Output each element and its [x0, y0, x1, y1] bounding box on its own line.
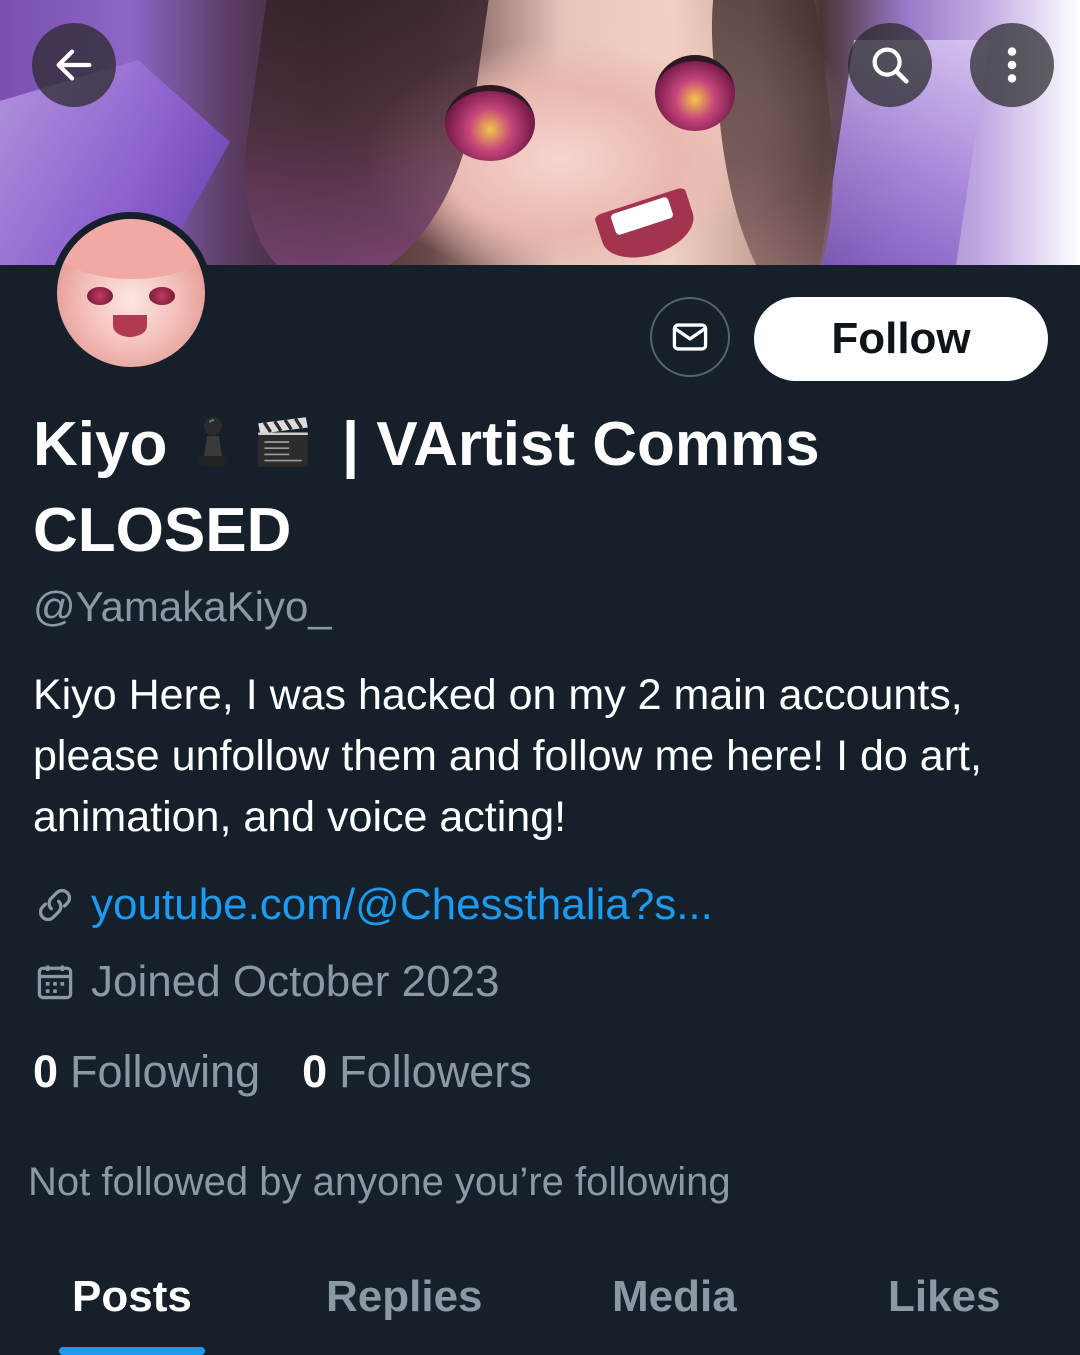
message-button[interactable]: [650, 297, 730, 377]
following-label: Following: [70, 1046, 261, 1097]
joined-row: Joined October 2023: [33, 957, 500, 1007]
chess-pawn-emoji: [198, 417, 227, 466]
more-options-button[interactable]: [970, 23, 1054, 107]
search-icon: [872, 47, 909, 84]
follow-button[interactable]: Follow: [754, 297, 1048, 381]
tab-replies[interactable]: Replies: [326, 1272, 483, 1322]
website-link[interactable]: youtube.com/@Chessthalia?s...: [91, 880, 713, 930]
tab-likes[interactable]: Likes: [888, 1272, 1001, 1322]
calendar-icon: [37, 965, 73, 1000]
link-icon: [38, 888, 72, 922]
followers-label: Followers: [339, 1046, 532, 1097]
search-button[interactable]: [848, 23, 932, 107]
joined-date: Joined October 2023: [91, 957, 500, 1006]
follow-stats: 0 Following 0 Followers: [33, 1046, 574, 1098]
bio: Kiyo Here, I was hacked on my 2 main acc…: [33, 671, 982, 841]
tab-posts[interactable]: Posts: [72, 1272, 192, 1322]
avatar[interactable]: [50, 212, 212, 374]
avatar-hair: [57, 219, 205, 279]
clapper-board-emoji: [257, 417, 308, 467]
following-count: 0: [33, 1046, 59, 1097]
avatar-eye-left: [87, 287, 113, 305]
tab-media[interactable]: Media: [612, 1272, 737, 1322]
handle: @YamakaKiyo_: [33, 583, 332, 630]
followers-stat[interactable]: 0 Followers: [302, 1046, 532, 1098]
active-tab-indicator: [59, 1347, 205, 1355]
banner-mouth: [593, 186, 702, 265]
website-row[interactable]: youtube.com/@Chessthalia?s...: [33, 880, 713, 930]
profile-tabs: Posts Replies Media Likes: [0, 1260, 1080, 1355]
envelope-icon: [672, 323, 708, 351]
banner-eye-left: [445, 85, 535, 161]
arrow-left-icon: [56, 49, 92, 81]
avatar-mouth: [113, 315, 147, 337]
banner-hair-right: [701, 0, 849, 265]
followers-count: 0: [302, 1046, 328, 1097]
display-name-part1: Kiyo: [33, 410, 168, 479]
avatar-eye-right: [149, 287, 175, 305]
more-vertical-icon: [1007, 47, 1017, 83]
display-name: Kiyo | VArtist Comms CLOSED: [33, 402, 1043, 574]
not-followed-notice: Not followed by anyone you’re following: [28, 1160, 731, 1204]
banner-eye-right: [655, 55, 735, 131]
avatar-image: [57, 219, 205, 367]
following-stat[interactable]: 0 Following: [33, 1046, 260, 1098]
back-button[interactable]: [32, 23, 116, 107]
